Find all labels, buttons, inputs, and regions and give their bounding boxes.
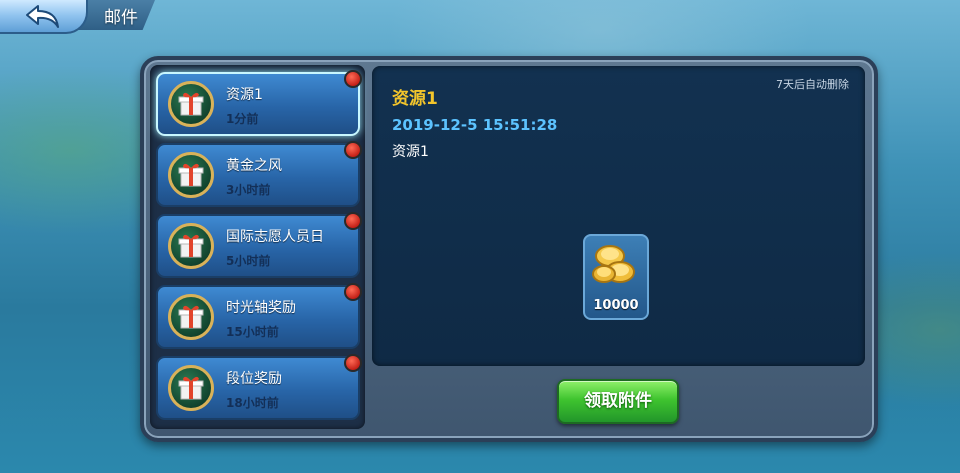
mail-title: 资源1 (226, 87, 263, 103)
mail-time: 3小时前 (226, 183, 271, 197)
mail-time: 15小时前 (226, 325, 279, 339)
gift-icon (168, 152, 214, 198)
gift-icon (168, 365, 214, 411)
mail-item-3[interactable]: 国际志愿人员日 5小时前 (156, 212, 362, 278)
unread-dot (344, 212, 362, 230)
gift-icon (168, 223, 214, 269)
attachment-item[interactable]: 10000 (583, 234, 649, 320)
unread-dot (344, 70, 362, 88)
mail-time: 5小时前 (226, 254, 271, 268)
detail-date: 2019-12-5 15:51:28 (392, 116, 558, 134)
attachment-quantity: 10000 (593, 298, 639, 313)
page-title: 邮件 (104, 8, 138, 28)
unread-dot (344, 283, 362, 301)
mail-title: 国际志愿人员日 (226, 229, 324, 245)
mail-detail-panel: 资源1 7天后自动删除 2019-12-5 15:51:28 资源1 10000 (372, 66, 865, 366)
mail-item-4[interactable]: 时光轴奖励 15小时前 (156, 283, 362, 349)
detail-body: 资源1 (392, 144, 429, 160)
gold-coins-icon (592, 245, 635, 283)
unread-dot (344, 141, 362, 159)
detail-title: 资源1 (392, 89, 438, 109)
mail-title: 段位奖励 (226, 371, 282, 387)
mail-title: 时光轴奖励 (226, 300, 296, 316)
mail-item-5[interactable]: 段位奖励 18小时前 (156, 354, 362, 420)
gift-icon (168, 294, 214, 340)
auto-delete-note: 7天后自动删除 (776, 78, 849, 91)
gift-icon (168, 81, 214, 127)
unread-dot (344, 354, 362, 372)
mail-time: 1分前 (226, 112, 259, 126)
mail-time: 18小时前 (226, 396, 279, 410)
claim-attachment-button[interactable]: 领取附件 (557, 379, 679, 424)
mail-title: 黄金之风 (226, 158, 282, 174)
back-button[interactable] (0, 0, 88, 34)
mail-item-1[interactable]: 资源1 1分前 (156, 70, 362, 136)
back-arrow-icon (26, 5, 59, 28)
mail-item-2[interactable]: 黄金之风 3小时前 (156, 141, 362, 207)
